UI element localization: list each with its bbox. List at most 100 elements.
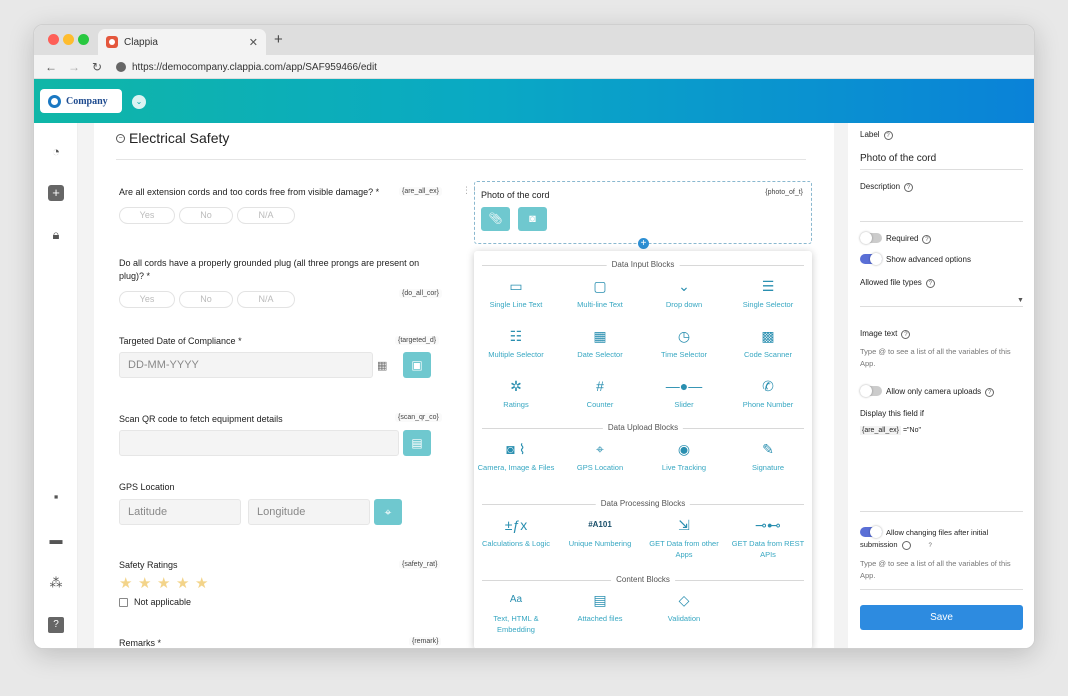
add-icon[interactable]: + bbox=[48, 185, 64, 201]
inbox-icon[interactable]: ▬ bbox=[48, 532, 64, 548]
workflow-icon[interactable]: ⁂ bbox=[48, 575, 64, 591]
section-title-text: Electrical Safety bbox=[129, 130, 230, 146]
block-unique-numbering[interactable]: #A101 Unique Numbering bbox=[558, 515, 642, 549]
calendar-icon[interactable]: ▦ bbox=[377, 359, 387, 372]
locate-button[interactable]: ⌖ bbox=[374, 499, 402, 525]
close-window-button[interactable] bbox=[48, 34, 59, 45]
clock-icon: ◷ bbox=[677, 328, 691, 344]
lock-icon[interactable]: 🔒︎ bbox=[48, 227, 64, 243]
site-info-icon[interactable] bbox=[116, 62, 126, 72]
properties-panel: Label? Photo of the cord Description? Re… bbox=[848, 123, 1034, 648]
date-picker-button[interactable]: ▣ bbox=[403, 352, 431, 378]
rating-star[interactable]: ★ bbox=[195, 574, 208, 592]
option-yes[interactable]: Yes bbox=[119, 291, 175, 308]
rating-star[interactable]: ★ bbox=[138, 574, 151, 592]
rating-star[interactable]: ★ bbox=[119, 574, 132, 592]
variable-tag: {do_all_cor} bbox=[399, 289, 442, 298]
block-camera-image-files[interactable]: ◙ ⌇ Camera, Image & Files bbox=[474, 439, 558, 473]
description-input[interactable] bbox=[860, 221, 1023, 222]
question-label: Are all extension cords and too cords fr… bbox=[119, 187, 380, 197]
block-time-selector[interactable]: ◷ Time Selector bbox=[642, 326, 726, 360]
block-gps-location[interactable]: ⌖ GPS Location bbox=[558, 439, 642, 473]
block-validation[interactable]: ◇ Validation bbox=[642, 590, 726, 624]
rating-star[interactable]: ★ bbox=[176, 574, 189, 592]
app-header: Company ⌄ bbox=[34, 79, 1034, 123]
block-single-line-text[interactable]: ▭ Single Line Text bbox=[474, 276, 558, 310]
option-na[interactable]: N/A bbox=[237, 291, 295, 308]
back-icon[interactable]: ← bbox=[45, 60, 57, 74]
block-attached-files[interactable]: ▤ Attached files bbox=[558, 590, 642, 624]
hash-icon: # bbox=[596, 378, 604, 394]
option-yes[interactable]: Yes bbox=[119, 207, 175, 224]
block-multi-line-text[interactable]: ▢ Multi-line Text bbox=[558, 276, 642, 310]
block-calculations-logic[interactable]: ±ƒx Calculations & Logic bbox=[474, 515, 558, 549]
option-na[interactable]: N/A bbox=[237, 207, 295, 224]
unique-code-label: #A101 bbox=[588, 520, 612, 529]
label-input[interactable]: Photo of the cord bbox=[860, 153, 936, 164]
camera-icon[interactable]: ◙ bbox=[518, 207, 547, 231]
attach-icon[interactable]: 📎︎ bbox=[481, 207, 510, 231]
company-logo[interactable]: Company bbox=[40, 89, 122, 113]
block-get-data-apps[interactable]: ⇲ GET Data from other Apps bbox=[642, 515, 726, 560]
question-label: Targeted Date of Compliance * bbox=[119, 336, 242, 346]
block-text-html[interactable]: Aa Text, HTML & Embedding bbox=[474, 590, 558, 635]
minimize-window-button[interactable] bbox=[63, 34, 74, 45]
chat-icon[interactable]: ▪ bbox=[48, 489, 64, 505]
block-live-tracking[interactable]: ◉ Live Tracking bbox=[642, 439, 726, 473]
question-label: Remarks * bbox=[119, 638, 162, 648]
help-icon[interactable]: ? bbox=[48, 617, 64, 633]
block-signature[interactable]: ✎ Signature bbox=[726, 439, 810, 473]
block-code-scanner[interactable]: ▩ Code Scanner bbox=[726, 326, 810, 360]
maximize-window-button[interactable] bbox=[78, 34, 89, 45]
add-block-icon[interactable]: + bbox=[638, 238, 649, 249]
block-ratings[interactable]: ✲ Ratings bbox=[474, 376, 558, 410]
block-counter[interactable]: # Counter bbox=[558, 376, 642, 410]
block-single-selector[interactable]: ☰ Single Selector bbox=[726, 276, 810, 310]
help-icon: ? bbox=[925, 279, 935, 288]
block-drop-down[interactable]: ⌄ Drop down bbox=[642, 276, 726, 310]
label-title: Label? bbox=[860, 130, 893, 140]
dashboard-icon[interactable]: ◔ bbox=[48, 144, 64, 160]
signature-icon: ✎ bbox=[762, 441, 774, 457]
forward-icon[interactable]: → bbox=[68, 60, 80, 74]
variable-tag: {scan_qr_co} bbox=[395, 413, 442, 422]
required-toggle[interactable] bbox=[860, 232, 882, 244]
file-types-select[interactable] bbox=[860, 306, 1023, 307]
url-field[interactable]: https://democompany.clappia.com/app/SAF9… bbox=[110, 58, 924, 76]
qr-scan-field[interactable] bbox=[119, 430, 399, 456]
camera-only-toggle[interactable] bbox=[860, 385, 882, 397]
latitude-field[interactable]: Latitude bbox=[119, 499, 241, 525]
block-date-selector[interactable]: ▦ Date Selector bbox=[558, 326, 642, 360]
new-tab-icon[interactable]: + bbox=[274, 31, 283, 48]
block-get-data-rest[interactable]: ⊸⊷ GET Data from REST APIs bbox=[726, 515, 810, 560]
block-multiple-selector[interactable]: ☷ Multiple Selector bbox=[474, 326, 558, 360]
allow-changing-label: Allow changing files after initial submi… bbox=[860, 528, 989, 550]
tracking-icon: ◉ bbox=[677, 441, 691, 457]
collapse-icon[interactable]: − bbox=[116, 133, 125, 143]
chevron-down-icon[interactable]: ▼ bbox=[1017, 297, 1024, 304]
condition-input[interactable]: {are_all_ex} ="No" bbox=[860, 426, 921, 435]
rating-star[interactable]: ★ bbox=[157, 574, 170, 592]
option-no[interactable]: No bbox=[179, 207, 233, 224]
chevron-down-icon[interactable]: ⌄ bbox=[132, 95, 146, 109]
scan-qr-button[interactable]: ▤ bbox=[403, 430, 431, 456]
section-title[interactable]: − Electrical Safety bbox=[116, 130, 229, 146]
date-field[interactable]: DD-MM-YYYY bbox=[119, 352, 373, 378]
browser-tab[interactable]: Clappia ✕ bbox=[98, 29, 266, 55]
image-text-input[interactable]: Type @ to see a list of all the variable… bbox=[860, 346, 1025, 370]
file-types-title: Allowed file types? bbox=[860, 278, 935, 288]
save-button[interactable]: Save bbox=[860, 605, 1023, 630]
reload-icon[interactable]: ↻ bbox=[91, 60, 103, 74]
question-label: Scan QR code to fetch equipment details bbox=[119, 414, 283, 424]
option-no[interactable]: No bbox=[179, 291, 233, 308]
block-slider[interactable]: —●— Slider bbox=[642, 376, 726, 410]
photo-field-selected[interactable]: Photo of the cord {photo_of_t} 📎︎ ◙ bbox=[474, 181, 812, 244]
browser-window: Clappia ✕ + ← → ↻ https://democompany.cl… bbox=[33, 24, 1035, 649]
change-hint-input[interactable]: Type @ to see a list of all the variable… bbox=[860, 558, 1025, 582]
close-tab-icon[interactable]: ✕ bbox=[249, 36, 258, 49]
block-phone-number[interactable]: ✆ Phone Number bbox=[726, 376, 810, 410]
longitude-field[interactable]: Longitude bbox=[248, 499, 370, 525]
advanced-options-toggle[interactable] bbox=[860, 253, 882, 265]
not-applicable-checkbox[interactable] bbox=[119, 598, 128, 607]
phone-icon: ✆ bbox=[762, 378, 774, 394]
